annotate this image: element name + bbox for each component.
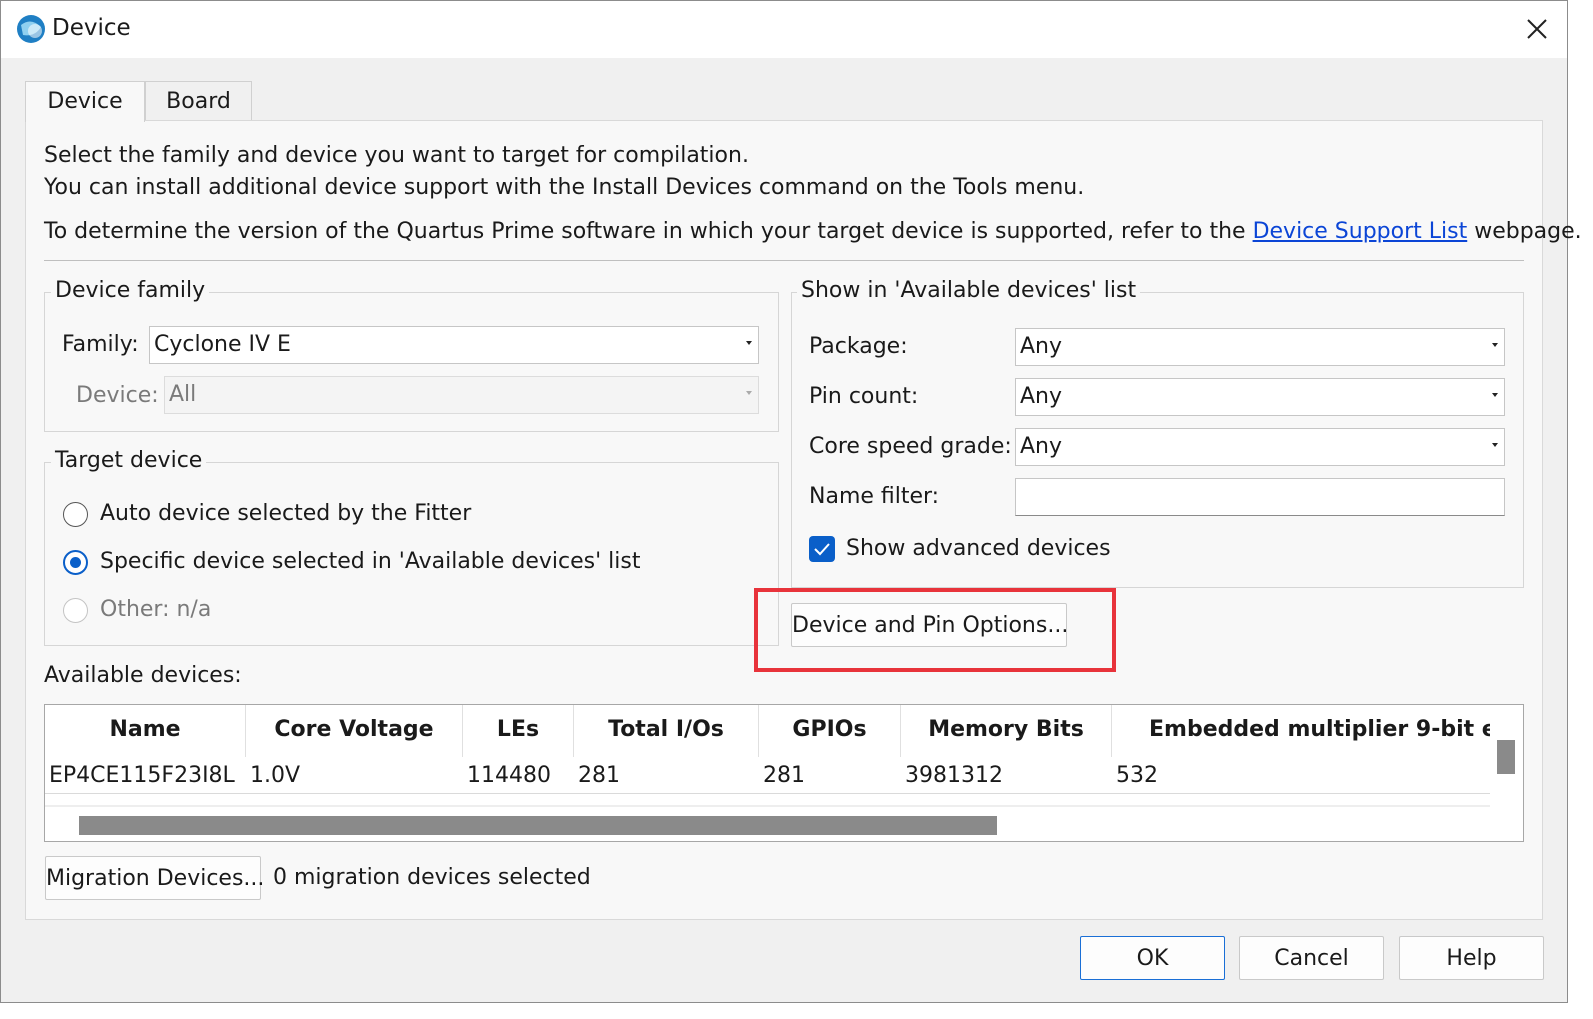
family-select[interactable]: Cyclone IV E [149, 326, 759, 364]
column-header-les[interactable]: LEs [463, 705, 574, 757]
cancel-button[interactable]: Cancel [1239, 936, 1384, 980]
target-device-legend: Target device [51, 448, 207, 473]
show-advanced-label: Show advanced devices [846, 536, 1111, 561]
column-header-memory-bits[interactable]: Memory Bits [901, 705, 1112, 757]
ok-button[interactable]: OK [1080, 936, 1225, 980]
package-select[interactable]: Any [1015, 328, 1505, 366]
device-select: All [164, 376, 759, 414]
highlight-box [754, 588, 1116, 672]
help-button[interactable]: Help [1399, 936, 1544, 980]
intro-line-3-suffix: webpage. [1467, 219, 1582, 244]
column-header-total-ios[interactable]: Total I/Os [574, 705, 759, 757]
pin-count-label: Pin count: [809, 384, 919, 409]
quartus-app-icon [17, 15, 45, 43]
name-filter-label: Name filter: [809, 484, 940, 509]
intro-line-2: You can install additional device suppor… [44, 175, 1085, 200]
radio-specific-device[interactable] [63, 550, 88, 575]
intro-line-3-prefix: To determine the version of the Quartus … [44, 219, 1253, 244]
column-header-core-voltage[interactable]: Core Voltage [246, 705, 463, 757]
table-cell-total-ios[interactable]: 281 [574, 763, 759, 788]
tab-device[interactable]: Device [25, 81, 145, 122]
separator [44, 260, 1524, 261]
table-cell-gpios[interactable]: 281 [759, 763, 901, 788]
radio-other-device-label: Other: n/a [100, 597, 212, 622]
column-header-name[interactable]: Name [45, 705, 246, 757]
package-select-value: Any [1020, 334, 1063, 359]
migration-devices-button[interactable]: Migration Devices... [45, 856, 264, 900]
table-cell-embedded-multiplier[interactable]: 532 [1112, 763, 1490, 788]
chevron-down-icon [1492, 443, 1498, 447]
column-header-embedded-multiplier[interactable]: Embedded multiplier 9-bit ele [1112, 705, 1490, 757]
core-speed-select-value: Any [1020, 434, 1063, 459]
table-cell-les[interactable]: 114480 [463, 763, 574, 788]
radio-specific-device-label: Specific device selected in 'Available d… [100, 549, 641, 574]
chevron-down-icon [746, 391, 752, 395]
partial-row [45, 805, 1490, 807]
table-cell-core-voltage[interactable]: 1.0V [246, 763, 463, 788]
title-bar: Device [1, 1, 1567, 58]
close-icon[interactable] [1521, 13, 1553, 45]
row-divider [45, 793, 1490, 794]
table-cell-name[interactable]: EP4CE115F23I8L [45, 763, 246, 788]
device-select-value: All [169, 382, 197, 407]
available-devices-table[interactable]: Name Core Voltage LEs Total I/Os GPIOs M… [44, 704, 1524, 842]
chevron-down-icon [1492, 393, 1498, 397]
intro-line-1: Select the family and device you want to… [44, 143, 749, 168]
pin-count-select[interactable]: Any [1015, 378, 1505, 416]
device-support-list-link[interactable]: Device Support List [1253, 219, 1468, 244]
pin-count-select-value: Any [1020, 384, 1063, 409]
tab-board[interactable]: Board [145, 81, 252, 121]
chevron-down-icon [1492, 343, 1498, 347]
radio-auto-device[interactable] [63, 502, 88, 527]
family-label: Family: [62, 332, 139, 357]
device-family-legend: Device family [51, 278, 210, 303]
show-filters-legend: Show in 'Available devices' list [797, 278, 1141, 303]
device-label: Device: [76, 383, 159, 408]
radio-other-device [63, 598, 88, 623]
intro-line-3: To determine the version of the Quartus … [44, 219, 1582, 244]
device-dialog: Device Device Board Select the family an… [0, 0, 1582, 1003]
chevron-down-icon [746, 341, 752, 345]
column-header-gpios[interactable]: GPIOs [759, 705, 901, 757]
core-speed-select[interactable]: Any [1015, 428, 1505, 466]
show-advanced-checkbox[interactable] [809, 536, 835, 562]
horizontal-scrollbar-thumb[interactable] [79, 816, 997, 835]
table-cell-memory-bits[interactable]: 3981312 [901, 763, 1112, 788]
vertical-scrollbar-thumb[interactable] [1497, 740, 1515, 774]
migration-status: 0 migration devices selected [273, 865, 591, 890]
window-title: Device [52, 15, 131, 41]
checkmark-icon [814, 543, 830, 556]
family-select-value: Cyclone IV E [154, 332, 291, 357]
available-devices-label: Available devices: [44, 663, 242, 688]
core-speed-label: Core speed grade: [809, 434, 1012, 459]
radio-auto-device-label: Auto device selected by the Fitter [100, 501, 472, 526]
name-filter-input[interactable] [1015, 478, 1505, 516]
package-label: Package: [809, 334, 908, 359]
